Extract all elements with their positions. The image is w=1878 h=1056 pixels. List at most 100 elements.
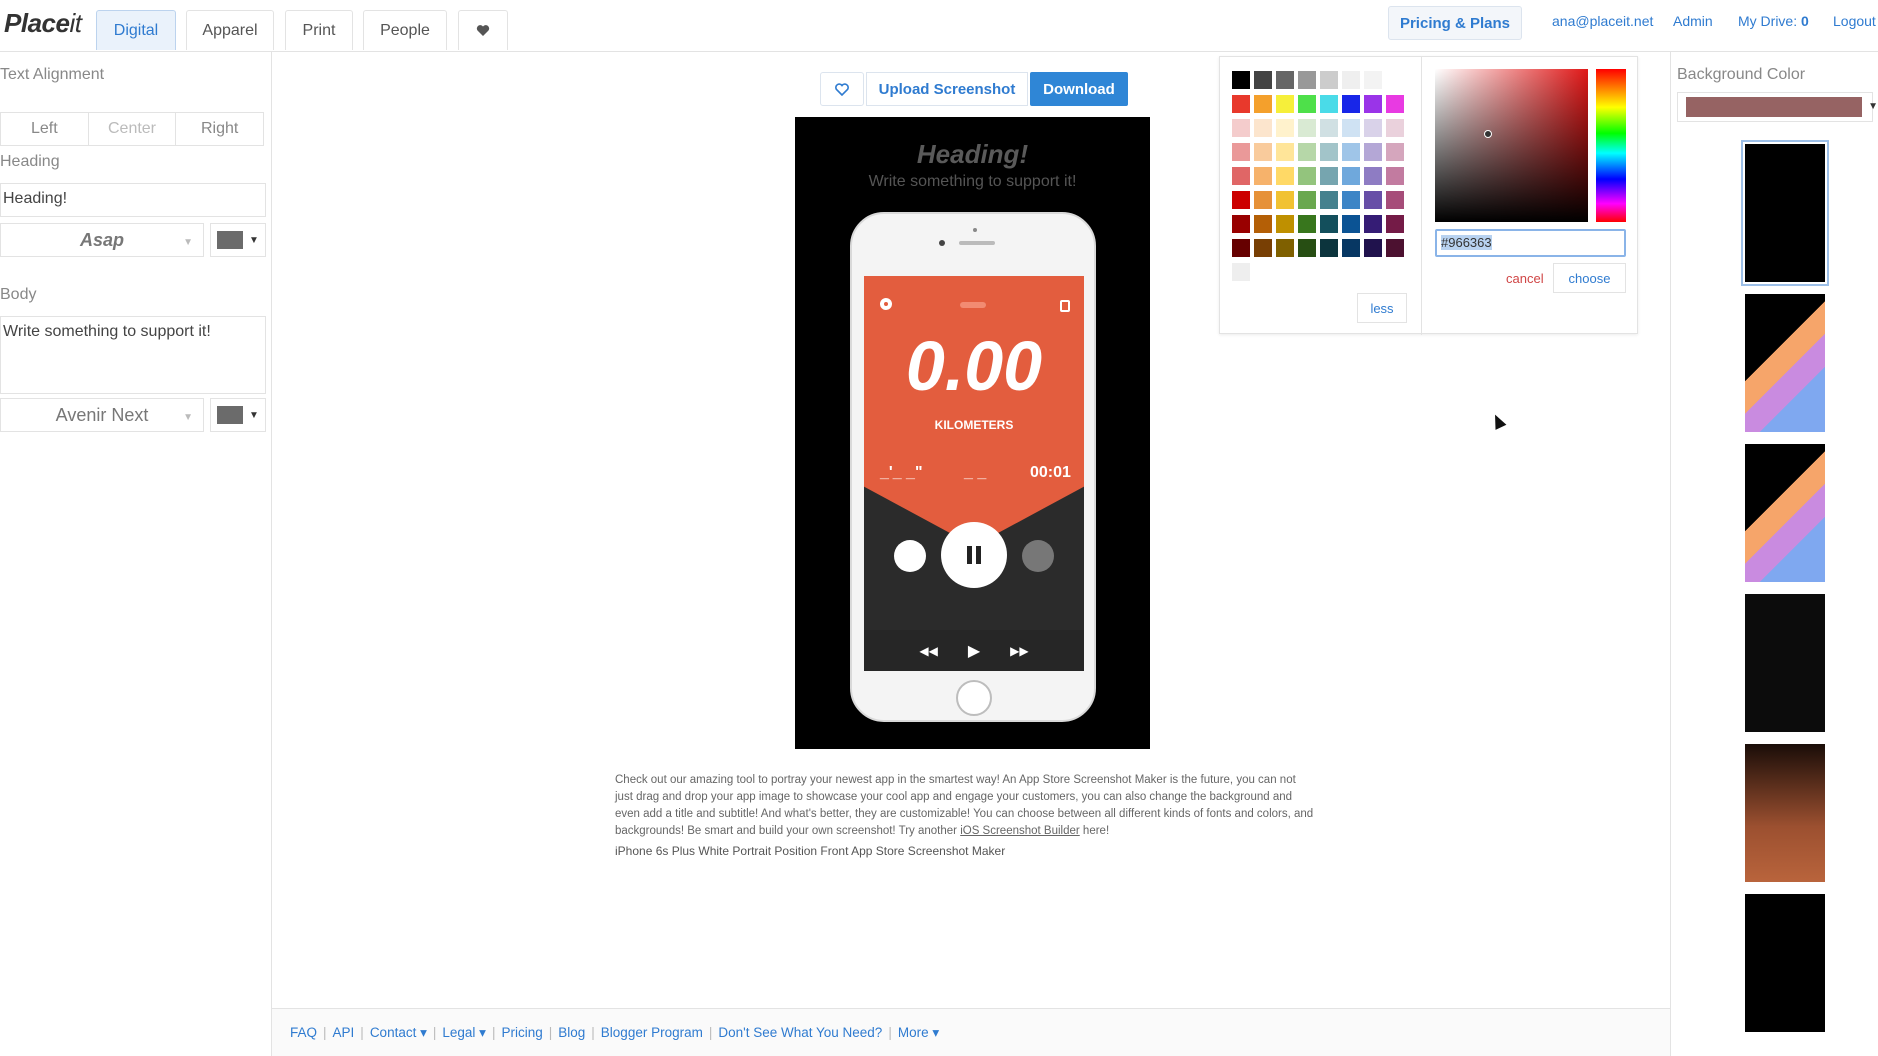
canvas-heading[interactable]: Heading! [795,139,1150,170]
color-swatch[interactable] [1342,167,1360,185]
tab-digital[interactable]: Digital [96,10,176,50]
color-swatch[interactable] [1232,215,1250,233]
footer-link-blog[interactable]: Blog [558,1025,585,1040]
color-swatch[interactable] [1364,215,1382,233]
color-swatch[interactable] [1386,119,1404,137]
color-swatch[interactable] [1232,143,1250,161]
color-swatch[interactable] [1320,215,1338,233]
logout-link[interactable]: Logout [1833,13,1876,29]
color-swatch[interactable] [1342,239,1360,257]
hue-slider[interactable] [1596,69,1626,222]
body-textarea[interactable]: Write something to support it! [0,316,266,394]
color-swatch[interactable] [1276,167,1294,185]
color-swatch[interactable] [1386,215,1404,233]
footer-link-more[interactable]: More ▾ [898,1025,939,1041]
color-swatch[interactable] [1232,239,1250,257]
color-swatch[interactable] [1276,143,1294,161]
color-swatch[interactable] [1254,71,1272,89]
color-swatch[interactable] [1298,119,1316,137]
color-swatch[interactable] [1254,167,1272,185]
hex-color-input[interactable]: #966363 [1435,229,1626,257]
color-swatch[interactable] [1342,191,1360,209]
download-button[interactable]: Download [1030,72,1128,106]
footer-link-request[interactable]: Don't See What You Need? [718,1025,882,1040]
saturation-value-field[interactable] [1435,69,1588,222]
color-swatch[interactable] [1320,167,1338,185]
color-swatch[interactable] [1320,95,1338,113]
tab-print[interactable]: Print [285,10,353,50]
color-swatch[interactable] [1320,143,1338,161]
color-swatch[interactable] [1386,71,1404,89]
color-swatch[interactable] [1276,215,1294,233]
color-swatch[interactable] [1232,95,1250,113]
canvas-body-text[interactable]: Write something to support it! [795,173,1150,191]
color-swatch[interactable] [1254,239,1272,257]
color-swatch[interactable] [1232,167,1250,185]
upload-screenshot-button[interactable]: Upload Screenshot [866,72,1028,106]
align-left-button[interactable]: Left [1,113,89,145]
color-swatch[interactable] [1232,71,1250,89]
color-swatch[interactable] [1364,95,1382,113]
color-swatch[interactable] [1364,71,1382,89]
color-swatch[interactable] [1364,119,1382,137]
color-swatch[interactable] [1298,191,1316,209]
color-swatch[interactable] [1386,167,1404,185]
footer-link-faq[interactable]: FAQ [290,1025,317,1040]
color-swatch[interactable] [1386,239,1404,257]
color-swatch[interactable] [1254,119,1272,137]
color-swatch[interactable] [1320,71,1338,89]
color-swatch[interactable] [1386,191,1404,209]
color-swatch[interactable] [1320,119,1338,137]
color-swatch[interactable] [1276,95,1294,113]
footer-link-blogger-program[interactable]: Blogger Program [601,1025,703,1040]
background-thumb-brown-gradient[interactable] [1745,744,1825,882]
background-thumb-triangles-alt[interactable] [1745,444,1825,582]
less-button[interactable]: less [1357,293,1407,323]
color-swatch[interactable] [1276,191,1294,209]
background-color-select[interactable]: ▼ [1677,92,1878,122]
user-email-link[interactable]: ana@placeit.net [1552,13,1653,29]
background-thumb-icons-pattern[interactable] [1745,594,1825,732]
pricing-plans-button[interactable]: Pricing & Plans [1388,6,1522,40]
color-swatch[interactable] [1254,215,1272,233]
color-swatch[interactable] [1364,143,1382,161]
ios-screenshot-builder-link[interactable]: iOS Screenshot Builder [960,825,1080,837]
color-swatch[interactable] [1386,143,1404,161]
color-swatch[interactable] [1254,143,1272,161]
footer-link-contact[interactable]: Contact ▾ [370,1025,427,1041]
mockup-canvas[interactable]: Heading! Write something to support it! … [795,117,1150,749]
color-swatch[interactable] [1342,143,1360,161]
color-swatch[interactable] [1364,239,1382,257]
color-swatch[interactable] [1254,95,1272,113]
color-swatch[interactable] [1386,95,1404,113]
cancel-button[interactable]: cancel [1506,271,1544,286]
color-swatch[interactable] [1298,71,1316,89]
body-color-select[interactable]: ▼ [210,398,266,432]
color-swatch[interactable] [1342,119,1360,137]
color-swatch[interactable] [1276,239,1294,257]
heading-input[interactable]: Heading! [0,183,266,217]
color-handle[interactable] [1484,130,1492,138]
tab-people[interactable]: People [363,10,447,50]
color-swatch[interactable] [1364,191,1382,209]
tab-favorites[interactable] [458,10,508,50]
footer-link-pricing[interactable]: Pricing [501,1025,542,1040]
color-swatch[interactable] [1298,215,1316,233]
color-swatch[interactable] [1254,191,1272,209]
background-thumb-black[interactable] [1741,140,1829,286]
color-swatch[interactable] [1232,263,1250,281]
color-swatch[interactable] [1320,191,1338,209]
color-swatch[interactable] [1342,215,1360,233]
background-thumb-triangles[interactable] [1745,294,1825,432]
my-drive-link[interactable]: My Drive: 0 [1738,13,1809,29]
footer-link-legal[interactable]: Legal ▾ [442,1025,486,1041]
body-font-select[interactable]: Avenir Next ▼ [0,398,204,432]
color-swatch[interactable] [1364,167,1382,185]
admin-link[interactable]: Admin [1673,13,1713,29]
placeit-logo[interactable]: Placeit [4,8,82,39]
choose-button[interactable]: choose [1553,263,1626,293]
color-swatch[interactable] [1276,71,1294,89]
color-swatch[interactable] [1298,239,1316,257]
heading-color-select[interactable]: ▼ [210,223,266,257]
color-swatch[interactable] [1232,191,1250,209]
